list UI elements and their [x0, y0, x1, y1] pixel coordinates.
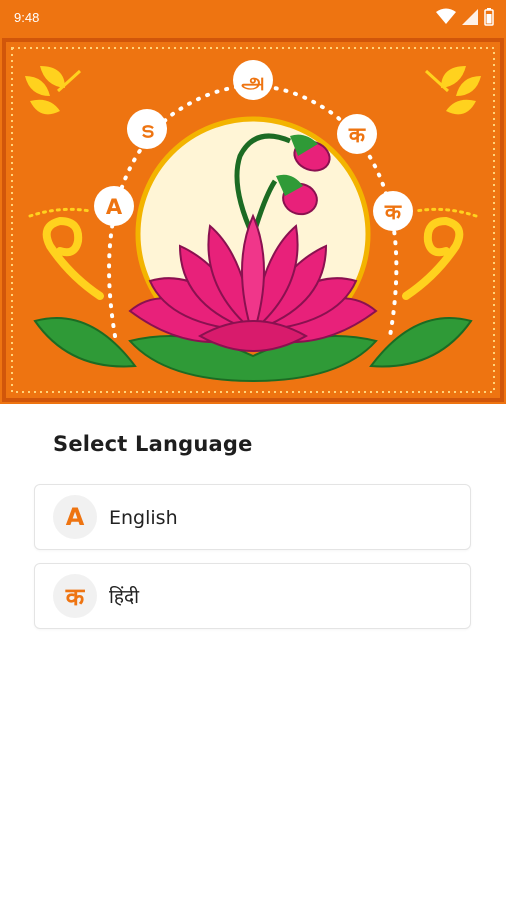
script-letter-1: A [106, 195, 123, 219]
script-badge-5: क [373, 191, 413, 231]
language-option-english[interactable]: A English [34, 484, 471, 550]
corner-flower-right [424, 66, 481, 115]
script-badge-2: ട [127, 109, 167, 149]
signal-icon [462, 9, 478, 25]
leaf-left [33, 317, 137, 368]
script-badge-4: क [337, 114, 377, 154]
status-icons [436, 8, 494, 26]
script-letter-4: क [348, 123, 366, 147]
hero-banner: A ട அ क क [0, 36, 506, 404]
leaf-right [369, 317, 473, 368]
lotus-illustration: A ട அ क क [2, 38, 504, 402]
wifi-icon [436, 8, 456, 24]
language-letter-english: A [65, 503, 85, 531]
language-icon-english: A [53, 495, 97, 539]
language-letter-hindi: क [65, 582, 85, 611]
script-badge-1: A [94, 186, 134, 226]
swirl-left [28, 207, 104, 300]
script-letter-3: அ [241, 69, 264, 93]
battery-icon [484, 8, 494, 26]
script-badge-3: அ [233, 60, 273, 100]
language-icon-hindi: क [53, 574, 97, 618]
script-letter-2: ട [141, 118, 154, 142]
status-bar: 9:48 [0, 0, 506, 36]
language-label-hindi: हिंदी [109, 586, 140, 608]
swirl-right [402, 207, 478, 300]
corner-flower-left [25, 66, 82, 115]
page-title: Select Language [53, 432, 253, 456]
language-option-hindi[interactable]: क हिंदी [34, 563, 471, 629]
script-letter-5: क [384, 200, 402, 224]
status-time: 9:48 [14, 10, 40, 25]
language-label-english: English [109, 507, 178, 529]
